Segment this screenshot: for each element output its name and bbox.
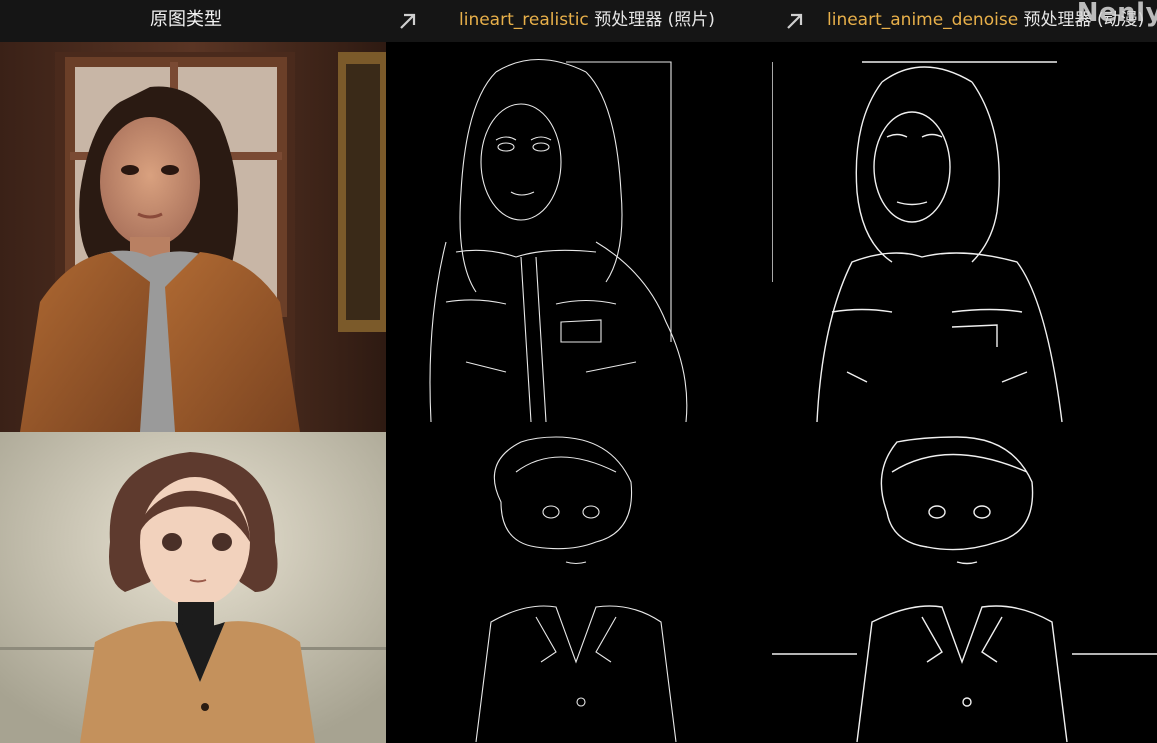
original-type-label: 原图类型 (150, 9, 222, 30)
original-photo-image (0, 42, 386, 432)
arrow-up-right-icon (787, 13, 803, 29)
anime-preprocessor-name: lineart_anime_denoise (827, 10, 1019, 30)
realistic-preprocessor-label: lineart_realistic 预处理器 (照片) (459, 9, 715, 31)
original-anime-image (0, 432, 386, 743)
watermark-logo: Nenly (1076, 0, 1157, 28)
realistic-preprocessor-name: lineart_realistic (459, 10, 589, 30)
realistic-preprocessor-suffix: 预处理器 (照片) (588, 10, 715, 30)
lineart-anime-denoise-output (772, 42, 1157, 743)
lineart-realistic-output (386, 42, 772, 743)
header-bar: 原图类型 lineart_realistic 预处理器 (照片) lineart… (0, 0, 1157, 42)
arrow-up-right-icon (400, 13, 416, 29)
